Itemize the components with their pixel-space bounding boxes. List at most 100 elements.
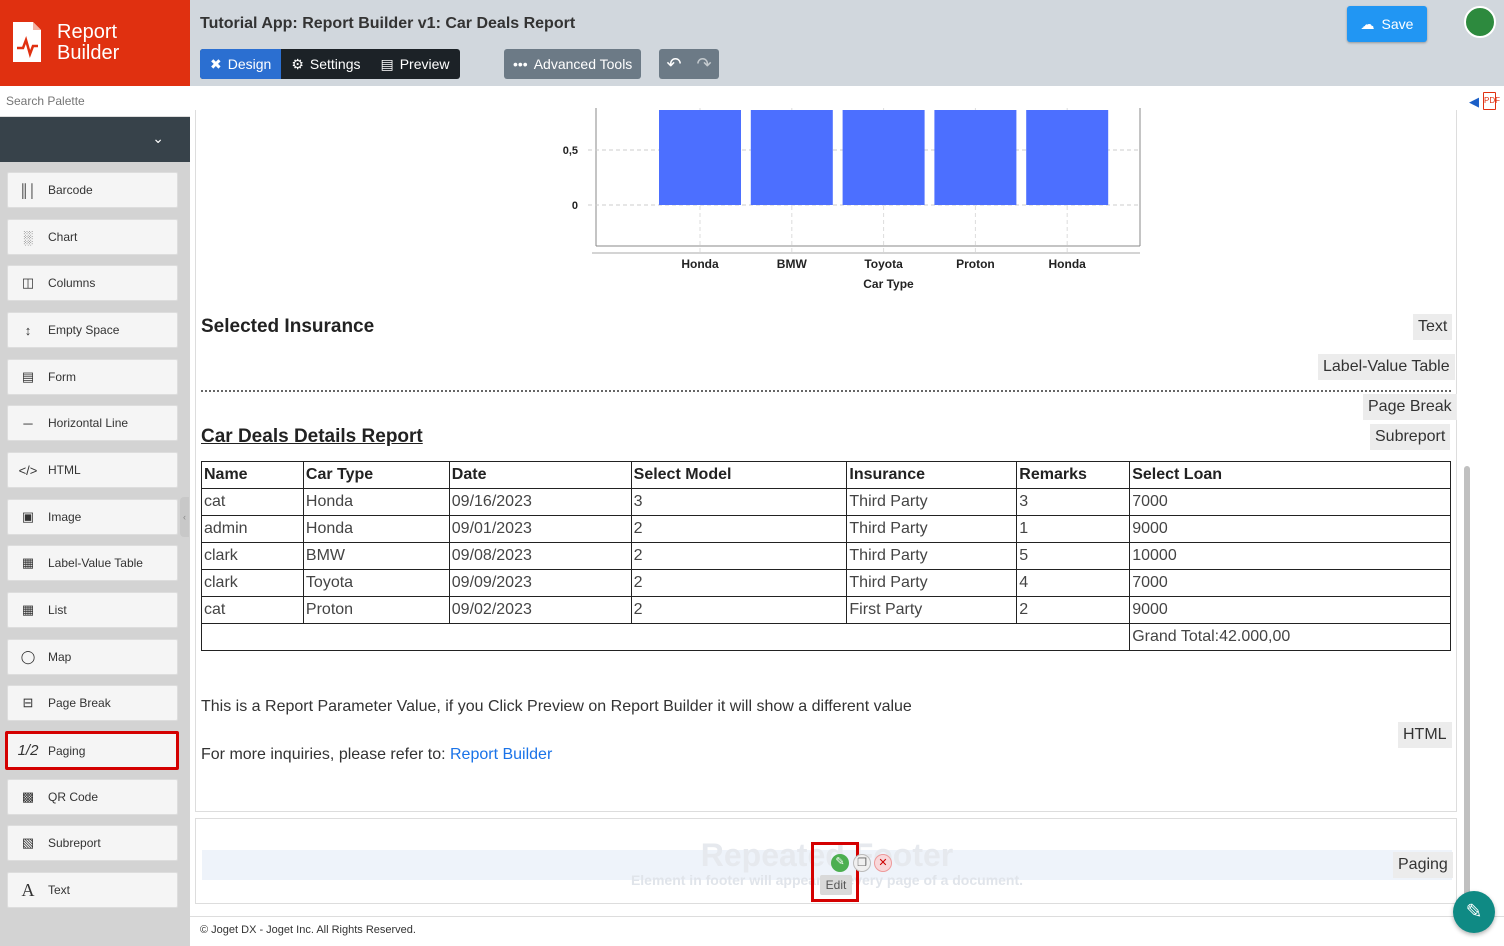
palette-category-select[interactable]: ⌄ [0, 117, 190, 162]
report-builder-logo-icon [13, 22, 41, 62]
table-cell: 4 [1016, 569, 1131, 597]
redo-icon[interactable]: ↷ [696, 54, 711, 75]
palette-item-html[interactable]: </> HTML [7, 452, 178, 488]
palette-item-list[interactable]: ▦ List [7, 592, 178, 628]
x-tick-label: Honda [681, 257, 719, 271]
palette-item-columns[interactable]: ◫ Columns [7, 265, 178, 301]
element-tag-text[interactable]: Text [1413, 314, 1453, 340]
advanced-tools-label: Advanced Tools [533, 56, 633, 72]
inquiry-text: For more inquiries, please refer to: Rep… [201, 746, 552, 764]
ellipsis-icon: ••• [513, 56, 528, 72]
design-tools-icon: ✖ [210, 55, 222, 72]
table-cell: 9000 [1129, 596, 1451, 624]
bar [750, 110, 833, 205]
palette-item-form[interactable]: ▤ Form [7, 359, 178, 395]
report-title: Car Deals Details Report [201, 426, 423, 447]
table-cell: Third Party [846, 569, 1018, 597]
edit-icon[interactable]: ✎ [831, 854, 849, 872]
palette-item-label: Horizontal Line [48, 416, 129, 430]
table-cell: 10000 [1129, 542, 1451, 570]
table-cell-empty [200, 623, 1131, 651]
palette-item-map[interactable]: ◯ Map [7, 639, 178, 675]
table-cell: 2 [630, 515, 848, 543]
image-icon: ▣ [21, 509, 35, 524]
palette-item-empty-space[interactable]: ↕ Empty Space [7, 312, 178, 348]
grand-total-row: Grand Total:42.000,00 [200, 623, 1451, 651]
brand-name-line1: Report [57, 21, 118, 43]
brand-logo[interactable]: Report Builder [0, 0, 190, 86]
selected-insurance-title: Selected Insurance [201, 316, 375, 337]
element-tag-page-break[interactable]: Page Break [1363, 394, 1457, 420]
tab-design[interactable]: ✖ Design [200, 49, 282, 79]
palette-item-barcode[interactable]: ║│ Barcode [7, 172, 178, 208]
subreport-icon: ▧ [21, 835, 35, 850]
copy-icon[interactable]: ❐ [853, 854, 871, 872]
qr-code-icon: ▩ [21, 789, 35, 804]
undo-icon[interactable]: ↶ [666, 54, 681, 75]
bar [934, 110, 1017, 205]
collapse-palette-handle[interactable]: ‹ [180, 497, 189, 537]
table-cell: admin [201, 515, 304, 543]
table-icon: ▦ [21, 555, 35, 570]
vertical-scrollbar[interactable] [1464, 466, 1470, 906]
x-tick-label: BMW [777, 257, 808, 271]
table-cell: 9000 [1129, 515, 1451, 543]
pdf-icon[interactable]: PDF [1483, 92, 1500, 110]
table-cell: Toyota [302, 569, 450, 597]
pencil-icon[interactable]: ✎ [1453, 891, 1495, 933]
palette-item-paging[interactable]: 1/2 Paging [5, 731, 179, 770]
palette-item-chart[interactable]: ░ Chart [7, 219, 178, 255]
column-header: Remarks [1016, 461, 1131, 489]
palette-item-label-value-table[interactable]: ▦ Label-Value Table [7, 545, 178, 581]
palette-item-horizontal-line[interactable]: ─ Horizontal Line [7, 405, 178, 441]
bar [1026, 110, 1109, 205]
list-icon: ▦ [21, 602, 35, 617]
palette-item-subreport[interactable]: ▧ Subreport [7, 825, 178, 861]
copyright: © Joget DX - Joget Inc. All Rights Reser… [190, 916, 1504, 946]
cloud-upload-icon: ☁ [1360, 15, 1375, 32]
empty-space-icon: ↕ [24, 322, 32, 338]
table-cell: Third Party [846, 515, 1018, 543]
table-cell: 09/01/2023 [448, 515, 632, 543]
table-header-row: Name Car Type Date Select Model Insuranc… [201, 461, 1451, 489]
tab-settings[interactable]: ⚙ Settings [281, 49, 370, 79]
page-break-line [201, 390, 1451, 392]
table-cell: cat [201, 596, 304, 624]
element-tag-subreport[interactable]: Subreport [1370, 424, 1451, 450]
table-cell: 3 [1016, 488, 1131, 516]
table-cell: 09/08/2023 [448, 542, 632, 570]
text-icon: A [21, 879, 35, 900]
car-type-bar-chart[interactable]: 0 0,5 Honda BMW Toyota Proton Honda Car Type [550, 108, 1150, 298]
car-deals-table[interactable]: Name Car Type Date Select Model Insuranc… [200, 461, 1451, 651]
column-header: Car Type [302, 461, 450, 489]
table-cell: Honda [302, 488, 450, 516]
element-tag-paging[interactable]: Paging [1393, 852, 1453, 878]
palette-item-label: Map [48, 650, 72, 664]
palette-item-text[interactable]: A Text [7, 872, 178, 908]
palette: ║│ Barcode ░ Chart ◫ Columns ↕ Empty Spa… [0, 162, 190, 946]
report-builder-link[interactable]: Report Builder [450, 746, 552, 763]
table-cell: 5 [1016, 542, 1131, 570]
table-cell: 2 [1016, 596, 1131, 624]
grand-total-cell: Grand Total:42.000,00 [1129, 623, 1451, 651]
palette-item-label: Chart [48, 230, 78, 244]
palette-item-page-break[interactable]: ⊟ Page Break [7, 685, 178, 721]
palette-item-label: Columns [48, 276, 96, 290]
tab-preview[interactable]: ▤ Preview [370, 49, 459, 79]
palette-item-label: QR Code [48, 790, 99, 804]
element-tag-html[interactable]: HTML [1398, 722, 1452, 748]
delete-icon[interactable]: ✕ [874, 854, 892, 872]
palette-item-qr-code[interactable]: ▩ QR Code [7, 779, 178, 815]
palette-item-image[interactable]: ▣ Image [7, 499, 178, 535]
table-cell: 09/16/2023 [448, 488, 632, 516]
collapse-left-icon[interactable]: ◀ [1469, 94, 1479, 110]
table-cell: 3 [630, 488, 848, 516]
avatar[interactable] [1464, 6, 1496, 38]
advanced-tools-button[interactable]: ••• Advanced Tools [504, 49, 642, 79]
search-palette-input[interactable] [0, 86, 190, 116]
x-tick-label: Toyota [864, 257, 903, 271]
save-button[interactable]: ☁ Save [1347, 6, 1427, 42]
palette-item-label: Text [48, 883, 71, 897]
bar [659, 110, 741, 205]
element-tag-label-value-table[interactable]: Label-Value Table [1318, 354, 1455, 380]
